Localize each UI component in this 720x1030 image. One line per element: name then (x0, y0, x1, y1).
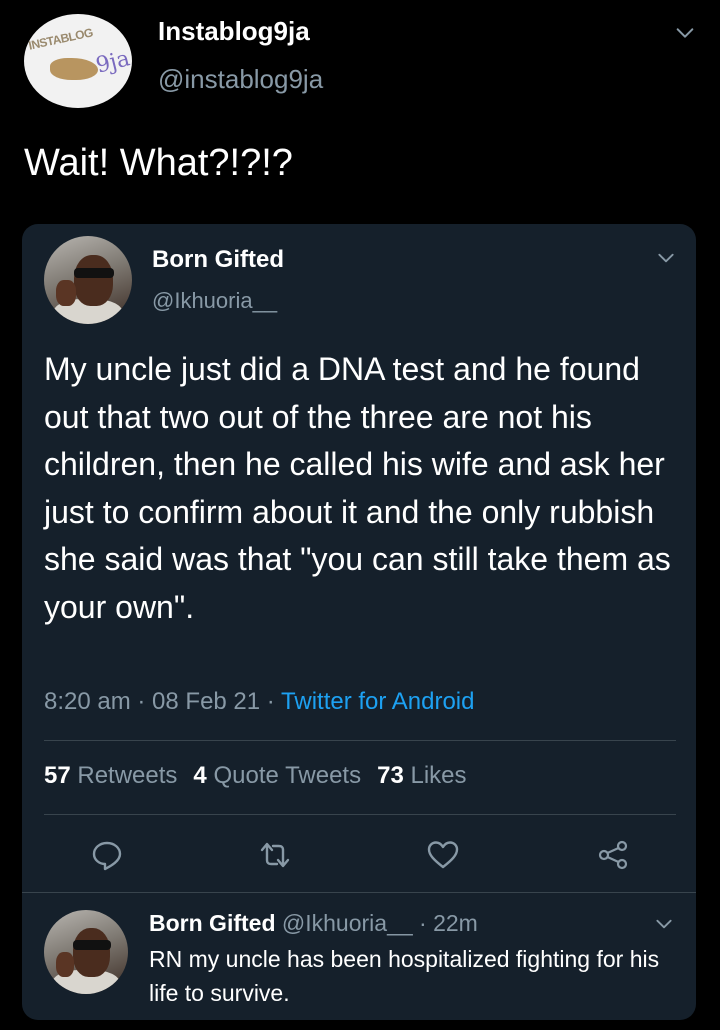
meta-separator: · (260, 688, 282, 715)
divider (22, 892, 696, 893)
quoted-author-avatar[interactable] (44, 236, 132, 324)
tweet-text: Wait! What?!?!? (24, 142, 293, 184)
reply-author-avatar[interactable] (44, 910, 128, 994)
likes-stat[interactable]: 73 Likes (377, 762, 466, 789)
tweet-date: 08 Feb 21 (152, 688, 261, 715)
quoted-tweet-card[interactable]: Born Gifted @Ikhuoria__ My uncle just di… (22, 224, 696, 1020)
like-icon[interactable] (426, 838, 460, 872)
share-icon[interactable] (596, 838, 630, 872)
reply-author-handle[interactable]: @Ikhuoria__ (282, 910, 413, 936)
author-name[interactable]: Instablog9ja (158, 16, 310, 47)
chevron-down-icon[interactable] (674, 22, 696, 44)
reply-header: Born Gifted @Ikhuoria__ · 22m (149, 910, 478, 937)
avatar-logo-suffix: 9ja (93, 46, 132, 79)
quoted-tweet-text: My uncle just did a DNA test and he foun… (44, 351, 671, 625)
divider (44, 740, 676, 741)
quoted-author-handle[interactable]: @Ikhuoria__ (152, 288, 277, 314)
reply-text: RN my uncle has been hospitalized fighti… (149, 946, 660, 1006)
reply-author-name[interactable]: Born Gifted (149, 910, 276, 936)
tweet-meta: 8:20 am · 08 Feb 21 · Twitter for Androi… (44, 688, 474, 716)
quote-tweets-stat[interactable]: 4 Quote Tweets (193, 762, 361, 789)
tweet-stats: 57 Retweets 4 Quote Tweets 73 Likes (44, 762, 467, 790)
divider (44, 814, 676, 815)
author-handle[interactable]: @instablog9ja (158, 64, 323, 95)
reply-icon[interactable] (90, 838, 124, 872)
author-avatar[interactable]: INSTABLOG 9ja (24, 14, 132, 108)
meta-separator: · (130, 688, 153, 715)
chevron-down-icon[interactable] (656, 248, 676, 268)
quoted-author-name[interactable]: Born Gifted (152, 246, 284, 274)
tweet-source-link[interactable]: Twitter for Android (281, 688, 474, 715)
reply-time: · 22m (412, 910, 478, 936)
retweet-icon[interactable] (258, 838, 292, 872)
avatar-logo-shape (50, 58, 98, 80)
avatar-logo-text: INSTABLOG (27, 25, 95, 53)
chevron-down-icon[interactable] (654, 914, 674, 934)
tweet-time: 8:20 am (44, 688, 131, 715)
retweets-stat[interactable]: 57 Retweets (44, 762, 177, 789)
